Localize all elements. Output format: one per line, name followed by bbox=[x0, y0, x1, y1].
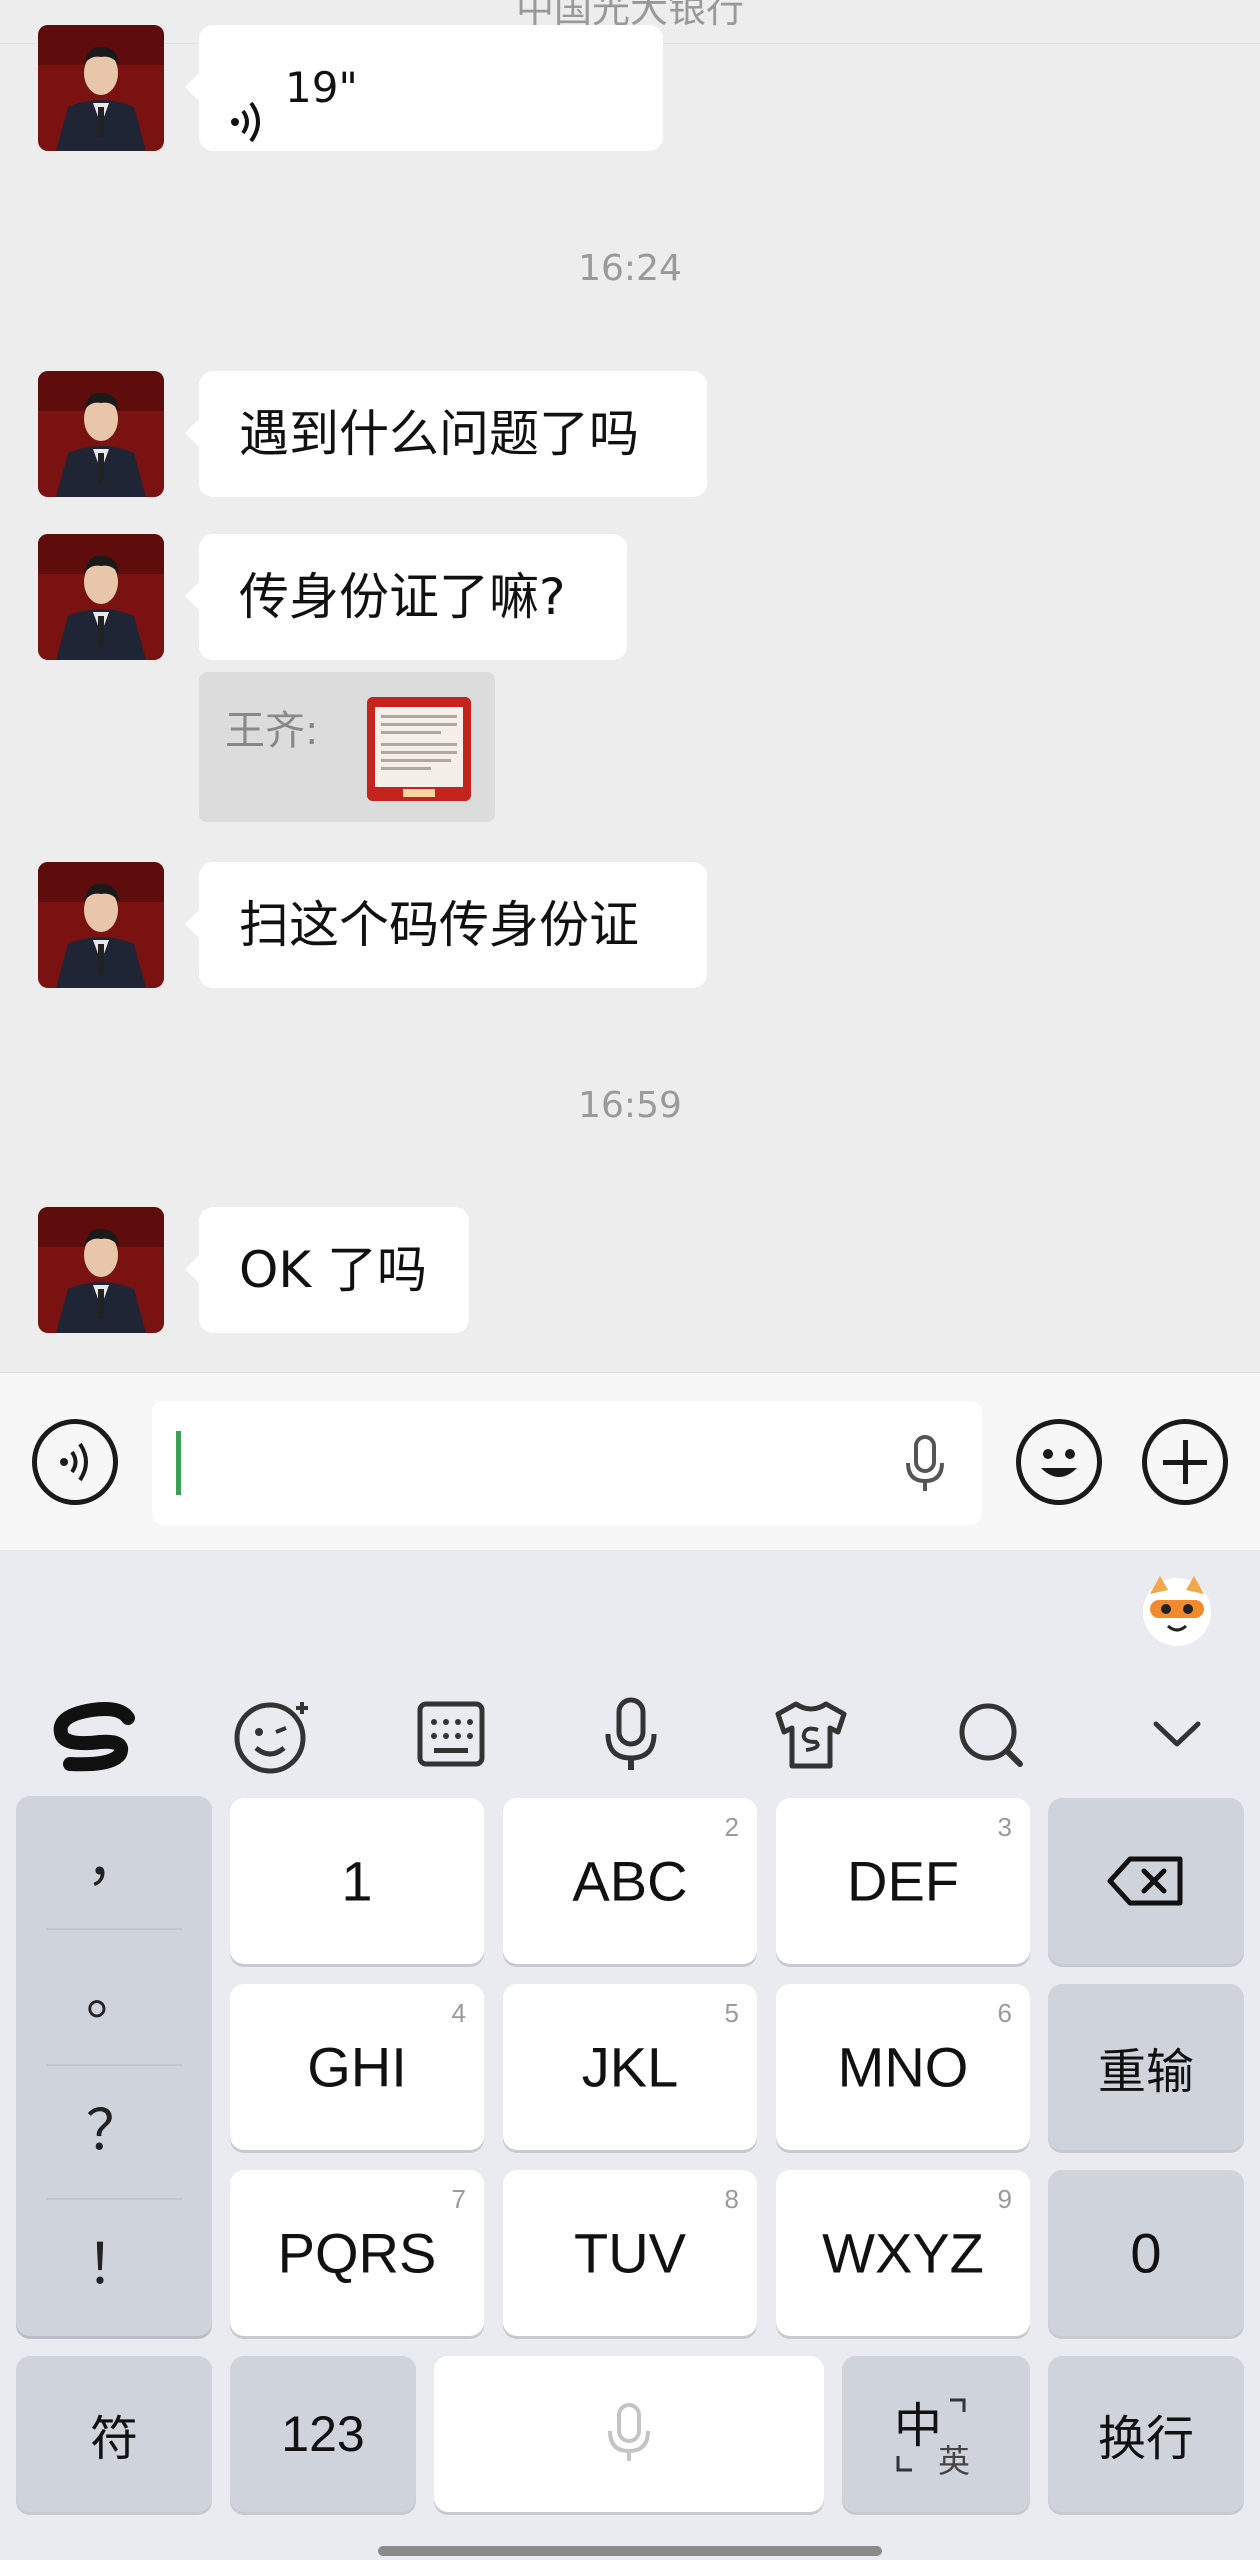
contact-avatar[interactable] bbox=[38, 25, 164, 151]
key-1[interactable]: 1 bbox=[230, 1798, 484, 1964]
key-label: 重输 bbox=[1097, 2046, 1194, 2099]
plus-icon[interactable] bbox=[1142, 1419, 1228, 1505]
key-label: TUV bbox=[574, 2221, 686, 2285]
key-digit: 3 bbox=[997, 1812, 1012, 1842]
keyboard-icon[interactable] bbox=[396, 1680, 506, 1790]
key-label: JKL bbox=[581, 2035, 679, 2099]
key-digit: 4 bbox=[451, 1998, 466, 2028]
message-input[interactable] bbox=[152, 1401, 982, 1525]
key-digit: 7 bbox=[451, 2184, 466, 2214]
avatar-image bbox=[38, 371, 164, 497]
punct-key-comma[interactable]: ， bbox=[16, 1796, 212, 1928]
punct-key-question[interactable]: ？ bbox=[16, 2066, 212, 2198]
key-digit: 8 bbox=[724, 2184, 739, 2214]
space-key[interactable] bbox=[434, 2356, 824, 2512]
space-mic-icon bbox=[608, 2403, 650, 2461]
avatar-image bbox=[38, 862, 164, 988]
numbers-key[interactable]: 123 bbox=[230, 2356, 416, 2512]
contact-avatar[interactable] bbox=[38, 371, 164, 497]
key-mno[interactable]: MNO 6 bbox=[776, 1984, 1030, 2150]
voice-duration: 19" bbox=[285, 63, 358, 112]
text-message-bubble[interactable]: 遇到什么问题了吗 bbox=[185, 371, 707, 497]
chat-input-bar bbox=[0, 1372, 1260, 1550]
avatar-image bbox=[38, 534, 164, 660]
key-jkl[interactable]: JKL 5 bbox=[503, 1984, 757, 2150]
key-label: DEF bbox=[847, 1849, 959, 1913]
quote-sender: 王齐: bbox=[225, 708, 319, 754]
home-indicator[interactable] bbox=[378, 2546, 882, 2556]
avatar-image bbox=[38, 1207, 164, 1333]
quoted-image-reference[interactable]: 王齐: bbox=[199, 672, 495, 822]
enter-key[interactable]: 换行 bbox=[1048, 2356, 1244, 2512]
mic-icon[interactable] bbox=[900, 1435, 950, 1495]
lang-switch-icon bbox=[896, 2398, 966, 2472]
key-label: PQRS bbox=[277, 2221, 437, 2285]
key-label: ABC bbox=[572, 1849, 688, 1913]
avatar-image bbox=[38, 25, 164, 151]
sogou-logo-icon[interactable] bbox=[40, 1680, 150, 1790]
punct-key-period[interactable]: 。 bbox=[16, 1930, 212, 2062]
key-label: GHI bbox=[307, 2035, 407, 2099]
search-icon[interactable] bbox=[936, 1680, 1046, 1790]
key-tuv[interactable]: TUV 8 bbox=[503, 2170, 757, 2336]
key-pqrs[interactable]: PQRS 7 bbox=[230, 2170, 484, 2336]
key-def[interactable]: DEF 3 bbox=[776, 1798, 1030, 1964]
emoji-icon[interactable] bbox=[1016, 1419, 1102, 1505]
key-label: 123 bbox=[281, 2406, 365, 2462]
timestamp: 16:24 bbox=[578, 248, 682, 289]
symbols-key[interactable]: 符 bbox=[16, 2356, 212, 2512]
timestamp: 16:59 bbox=[578, 1085, 682, 1126]
contact-avatar[interactable] bbox=[38, 1207, 164, 1333]
emoji-face-icon[interactable] bbox=[216, 1680, 326, 1790]
collapse-chevron-icon[interactable] bbox=[1122, 1680, 1232, 1790]
text-message-bubble[interactable]: OK 了吗 bbox=[185, 1207, 469, 1333]
key-abc[interactable]: ABC 2 bbox=[503, 1798, 757, 1964]
key-label: WXYZ bbox=[822, 2221, 984, 2285]
backspace-icon bbox=[1107, 1856, 1183, 1906]
text-message-bubble[interactable]: 扫这个码传身份证 bbox=[185, 862, 707, 988]
key-digit: 9 bbox=[997, 2184, 1012, 2214]
key-label: 1 bbox=[341, 1849, 373, 1913]
key-digit: 2 bbox=[724, 1812, 739, 1842]
skin-shirt-icon[interactable] bbox=[756, 1680, 866, 1790]
backspace-button[interactable] bbox=[1048, 1798, 1244, 1964]
key-ghi[interactable]: GHI 4 bbox=[230, 1984, 484, 2150]
mascot-icon[interactable] bbox=[1138, 1570, 1216, 1648]
text-caret bbox=[176, 1431, 181, 1495]
key-digit: 5 bbox=[724, 1998, 739, 2028]
retype-button[interactable]: 重输 bbox=[1048, 1984, 1244, 2150]
text-message-bubble[interactable]: 传身份证了嘛? bbox=[185, 534, 627, 660]
ime-keyboard: ， 。 ？ ！ 1 ABC 2 DEF 3 GHI 4 JKL 5 MNO 6 … bbox=[0, 1550, 1260, 2560]
voice-message-bubble[interactable]: 19" bbox=[185, 25, 663, 151]
punctuation-column: ， 。 ？ ！ bbox=[16, 1796, 212, 2336]
voice-mic-icon[interactable] bbox=[576, 1680, 686, 1790]
contact-avatar[interactable] bbox=[38, 534, 164, 660]
quoted-image-thumbnail[interactable] bbox=[367, 697, 471, 801]
key-label: 换行 bbox=[1097, 2413, 1194, 2466]
language-switch-key[interactable]: 中 英 bbox=[842, 2356, 1030, 2512]
key-digit: 6 bbox=[997, 1998, 1012, 2028]
voice-wave-icon bbox=[229, 65, 269, 143]
key-0[interactable]: 0 bbox=[1048, 2170, 1244, 2336]
key-label: 0 bbox=[1130, 2221, 1162, 2285]
key-label: 符 bbox=[89, 2413, 138, 2466]
chat-screen: 中国光大银行 19" 16:24 遇到什么问题了吗 传身份证了嘛? 王齐: 扫这… bbox=[0, 0, 1260, 2560]
voice-mode-icon[interactable] bbox=[32, 1419, 118, 1505]
key-wxyz[interactable]: WXYZ 9 bbox=[776, 2170, 1030, 2336]
key-label: MNO bbox=[837, 2035, 969, 2099]
contact-avatar[interactable] bbox=[38, 862, 164, 988]
punct-key-exclaim[interactable]: ！ bbox=[16, 2200, 212, 2332]
